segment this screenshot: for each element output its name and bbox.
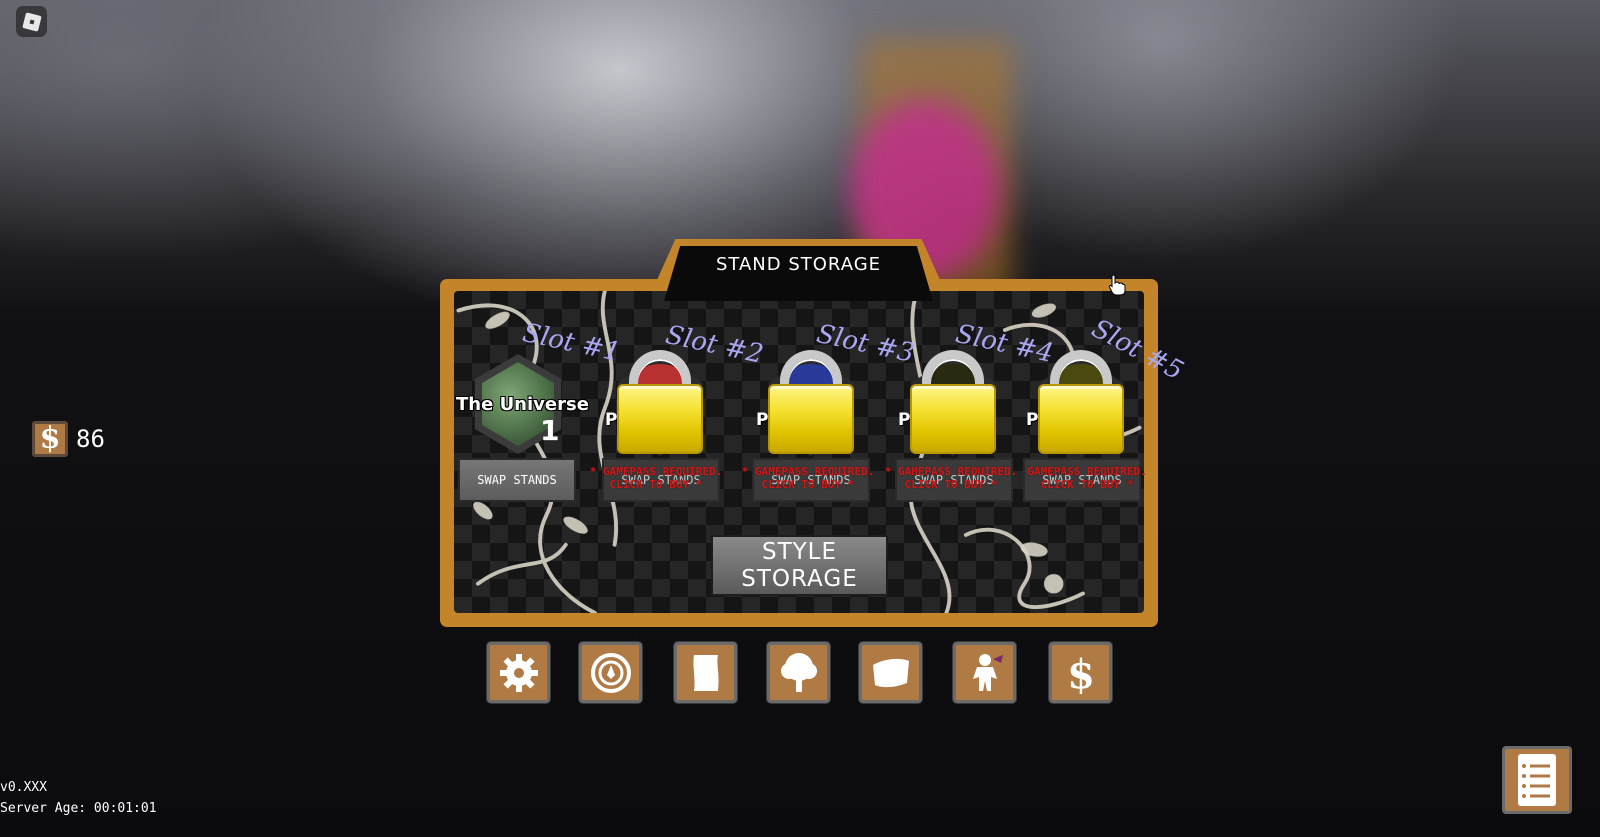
stand-figure-icon (972, 653, 1003, 691)
panel-title: STAND STORAGE (715, 254, 882, 275)
gamepass-line-2: CLICK TO BUY * (904, 478, 998, 491)
quests-button[interactable] (674, 642, 737, 703)
gamepass-required-text-slot-5[interactable]: GAMEPASS REQUIRED. CLICK TO BUY * (1020, 465, 1154, 491)
stand-button[interactable] (953, 642, 1016, 703)
gamepass-line-1: * GAMEPASS REQUIRED. (884, 465, 1018, 478)
gear-icon (499, 653, 538, 692)
stand-name: The Universe (456, 394, 589, 415)
checklist-icon (1518, 754, 1556, 806)
svg-text:$: $ (1067, 651, 1095, 695)
dollar-icon: $ (1067, 651, 1095, 695)
stand-number: 1 (540, 414, 560, 447)
shop-button[interactable]: $ (1049, 642, 1112, 703)
inventory-button[interactable] (859, 642, 922, 703)
gamepass-line-2: CLICK TO BUY * (1040, 478, 1134, 491)
swap-stands-button-slot-1[interactable]: SWAP STANDS (458, 458, 576, 502)
stat-wheel-icon (590, 652, 631, 693)
gamepass-line-1: * GAMEPASS REQUIRED. (589, 465, 723, 478)
server-age-label: Server Age: 00:01:01 (0, 801, 157, 816)
style-storage-button[interactable]: STYLE STORAGE (711, 535, 888, 596)
tree-icon (780, 652, 817, 692)
money-display: $ 86 (32, 421, 105, 457)
gamepass-required-text-slot-4[interactable]: * GAMEPASS REQUIRED. CLICK TO BUY * (881, 465, 1021, 491)
padlock-icon (617, 384, 703, 454)
scroll-icon (692, 654, 719, 691)
gamepass-line-1: GAMEPASS REQUIRED. (1027, 465, 1147, 478)
dollar-icon: $ (32, 421, 68, 457)
checklist-button[interactable] (1502, 746, 1572, 814)
stats-button[interactable] (579, 642, 642, 703)
gamepass-required-text-slot-3[interactable]: * GAMEPASS REQUIRED. CLICK TO BUY * (738, 465, 878, 491)
gamepass-line-2: CLICK TO BUY * (761, 478, 855, 491)
gamepass-line-2: CLICK TO BUY * (609, 478, 703, 491)
padlock-icon (768, 384, 854, 454)
skill-tree-button[interactable] (767, 642, 830, 703)
money-amount: 86 (76, 425, 105, 453)
gamepass-line-1: * GAMEPASS REQUIRED. (741, 465, 875, 478)
hand-cursor-icon (1108, 274, 1126, 296)
cloth-icon (872, 658, 909, 687)
padlock-icon (910, 384, 996, 454)
gamepass-required-text-slot-2[interactable]: * GAMEPASS REQUIRED. CLICK TO BUY * (586, 465, 726, 491)
padlock-icon (1038, 384, 1124, 454)
roblox-logo-icon (21, 11, 42, 32)
version-label: v0.XXX (0, 780, 47, 795)
settings-button[interactable] (487, 642, 550, 703)
roblox-menu-button[interactable] (16, 6, 47, 37)
